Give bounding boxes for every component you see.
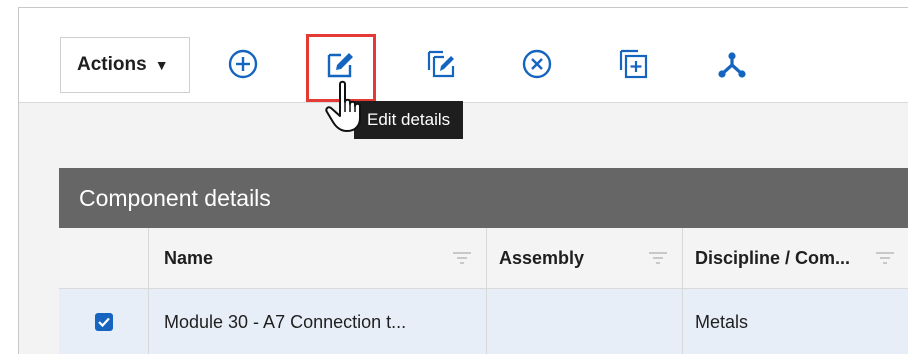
edit-icon: [327, 53, 353, 78]
column-header-assembly[interactable]: Assembly: [487, 228, 683, 288]
panel-title: Component details: [59, 168, 908, 228]
add-copy-button[interactable]: [616, 46, 652, 82]
edit-multiple-icon: [427, 50, 455, 78]
column-header-discipline[interactable]: Discipline / Com...: [683, 228, 908, 288]
component-details-panel: Component details Name Assembly Discipli…: [59, 168, 908, 354]
column-header-label: Name: [164, 247, 214, 268]
column-header-name[interactable]: Name: [149, 228, 487, 288]
window-frame: Actions ▼ Component details Name Assembl…: [18, 7, 908, 354]
column-header-select[interactable]: [59, 228, 149, 288]
add-circle-icon: [228, 49, 258, 79]
filter-icon[interactable]: [648, 251, 668, 265]
cancel-circle-icon: [522, 49, 552, 79]
add-button[interactable]: [225, 46, 261, 82]
merge-button[interactable]: [714, 46, 750, 82]
cell-assembly: [487, 289, 683, 354]
filter-icon[interactable]: [875, 251, 895, 265]
merge-icon: [718, 52, 746, 78]
add-copy-icon: [619, 49, 648, 79]
table-row[interactable]: Module 30 - A7 Connection t... Metals: [59, 289, 908, 354]
hand-cursor-icon: [325, 80, 361, 132]
column-header-label: Assembly: [499, 247, 585, 268]
tooltip-text: Edit details: [367, 110, 451, 129]
cell-discipline: Metals: [695, 311, 749, 332]
actions-label: Actions: [77, 54, 147, 75]
actions-dropdown-button[interactable]: Actions ▼: [60, 37, 190, 93]
filter-icon[interactable]: [452, 251, 472, 265]
toolbar: Actions ▼: [19, 8, 908, 102]
column-header-label: Discipline / Com...: [695, 247, 851, 268]
caret-down-icon: ▼: [154, 57, 169, 73]
edit-details-tooltip: Edit details: [354, 101, 464, 139]
cancel-button[interactable]: [519, 46, 555, 82]
edit-multiple-button[interactable]: [424, 46, 460, 82]
grid-header-row: Name Assembly Discipline / Com...: [59, 228, 908, 289]
row-select-cell: [59, 289, 149, 354]
cell-name: Module 30 - A7 Connection t...: [149, 289, 487, 354]
checkmark-icon: [97, 317, 110, 328]
edit-details-button[interactable]: [323, 46, 359, 82]
row-checkbox[interactable]: [94, 313, 113, 331]
